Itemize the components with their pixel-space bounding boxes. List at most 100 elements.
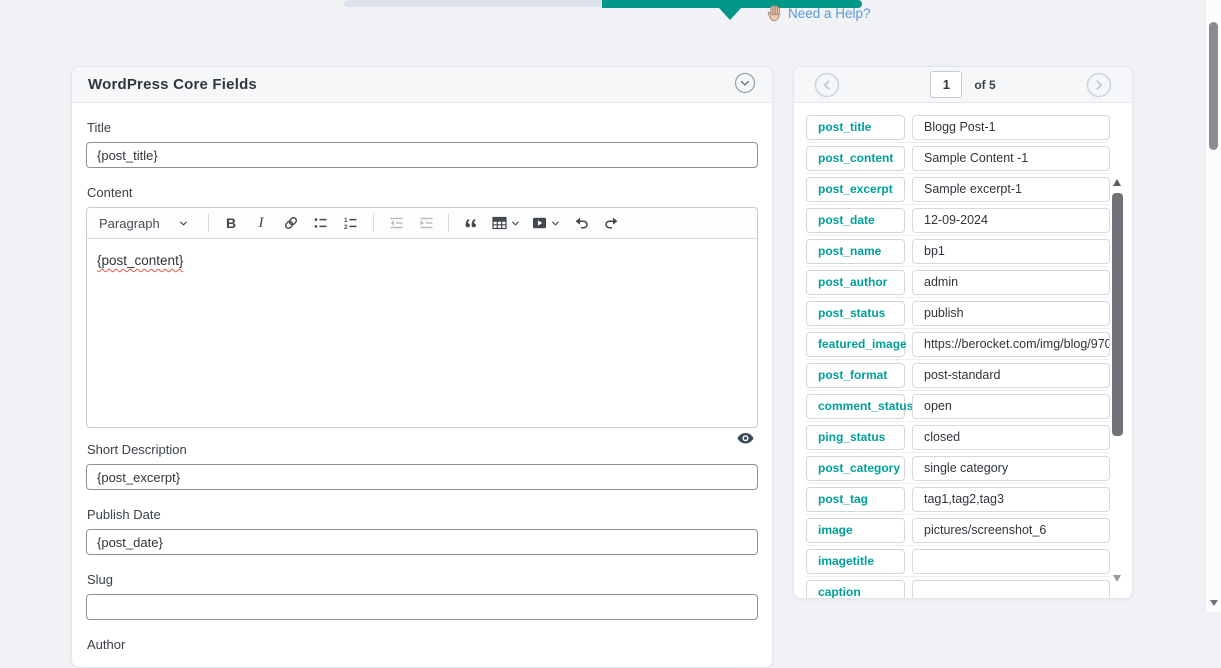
field-row: post_title Blogg Post-1 [806, 112, 1110, 143]
redo-button[interactable] [599, 211, 623, 235]
outdent-icon [388, 215, 405, 231]
italic-button[interactable]: I [249, 211, 273, 235]
scroll-up-arrow-icon[interactable] [1113, 179, 1121, 186]
editor-content-area[interactable]: {post_content} [87, 239, 757, 427]
field-value: Blogg Post-1 [912, 115, 1110, 140]
chevron-down-icon [178, 218, 189, 229]
preview-scrollbar[interactable] [1112, 177, 1123, 584]
slug-input[interactable] [86, 594, 758, 620]
field-name-pill[interactable]: post_excerpt [806, 177, 905, 202]
title-input[interactable] [86, 142, 758, 168]
toolbar-separator [448, 214, 449, 232]
progress-track [344, 0, 602, 7]
outdent-button[interactable] [384, 211, 408, 235]
field-name-pill[interactable]: post_status [806, 301, 905, 326]
page-scrollbar-thumb[interactable] [1209, 22, 1218, 150]
short-description-input[interactable] [86, 464, 758, 490]
field-row: featured_image https://berocket.com/img/b… [806, 329, 1110, 360]
toolbar-separator [208, 214, 209, 232]
bulleted-list-button[interactable] [309, 211, 333, 235]
field-name-pill[interactable]: featured_image [806, 332, 905, 357]
editor-toolbar: Paragraph BI 12 [87, 208, 757, 239]
media-embed-button[interactable] [529, 211, 563, 235]
media-embed-icon [531, 215, 548, 231]
field-row: post_content Sample Content -1 [806, 143, 1110, 174]
content-editor: Paragraph BI 12 {post_content} [86, 207, 758, 428]
next-record-button[interactable] [1086, 72, 1112, 101]
field-name-pill[interactable]: ping_status [806, 425, 905, 450]
field-row: ping_status closed [806, 422, 1110, 453]
publish-date-input[interactable] [86, 529, 758, 555]
block-quote-button[interactable] [459, 211, 483, 235]
field-name-pill[interactable]: comment_status [806, 394, 905, 419]
preview-pagination-header: of 5 [794, 67, 1132, 103]
indent-button[interactable] [414, 211, 438, 235]
bold-button[interactable]: B [219, 211, 243, 235]
page-scrollbar[interactable] [1205, 0, 1221, 612]
field-row: caption [806, 577, 1110, 599]
author-label: Author [87, 637, 758, 652]
field-name-pill[interactable]: post_category [806, 456, 905, 481]
field-name-pill[interactable]: post_name [806, 239, 905, 264]
bold-icon: B [226, 215, 236, 231]
field-value: closed [912, 425, 1110, 450]
previous-record-button[interactable] [814, 72, 840, 101]
field-row: post_authoradmin [806, 267, 1110, 298]
field-row: imagepictures/screenshot_6 [806, 515, 1110, 546]
field-row: post_namebp1 [806, 236, 1110, 267]
page-scroll-down-arrow-icon[interactable] [1210, 600, 1218, 606]
numbered-list-button[interactable]: 12 [339, 211, 363, 235]
content-placeholder-text: {post_content} [97, 253, 183, 268]
field-name-pill[interactable]: post_content [806, 146, 905, 171]
chevron-right-circle-icon [1086, 72, 1112, 101]
field-name-pill[interactable]: post_format [806, 363, 905, 388]
progress-pointer-icon [719, 8, 741, 20]
undo-button[interactable] [569, 211, 593, 235]
numbered-list-icon: 12 [343, 215, 359, 231]
field-name-pill[interactable]: post_tag [806, 487, 905, 512]
raised-hand-icon [765, 3, 785, 23]
preview-eye-icon[interactable] [736, 430, 755, 452]
field-row: post_excerpt Sample excerpt-1 [806, 174, 1110, 205]
field-row: post_category single category [806, 453, 1110, 484]
scrollbar-thumb[interactable] [1112, 193, 1123, 436]
need-help-link[interactable]: Need a Help? [788, 6, 871, 21]
link-button[interactable] [279, 211, 303, 235]
field-name-pill[interactable]: imagetitle [806, 549, 905, 574]
svg-text:2: 2 [344, 224, 348, 231]
insert-table-button[interactable] [489, 211, 523, 235]
wordpress-core-fields-panel: WordPress Core Fields Title Content Para… [71, 66, 773, 668]
svg-text:1: 1 [344, 217, 348, 224]
field-name-pill[interactable]: post_date [806, 208, 905, 233]
chevron-left-circle-icon [814, 72, 840, 101]
field-value: Sample excerpt-1 [912, 177, 1110, 202]
field-row: comment_status open [806, 391, 1110, 422]
slug-label: Slug [87, 572, 758, 587]
content-label: Content [87, 185, 758, 200]
indent-icon [418, 215, 435, 231]
field-value: open [912, 394, 1110, 419]
field-name-pill[interactable]: caption [806, 580, 905, 600]
record-number-input[interactable] [930, 71, 962, 98]
field-row: post_date 12-09-2024 [806, 205, 1110, 236]
toolbar-separator [373, 214, 374, 232]
publish-date-label: Publish Date [87, 507, 758, 522]
field-name-pill[interactable]: image [806, 518, 905, 543]
scroll-down-arrow-icon[interactable] [1113, 575, 1121, 582]
chevron-down-icon [510, 218, 521, 229]
field-name-pill[interactable]: post_title [806, 115, 905, 140]
title-label: Title [87, 120, 758, 135]
field-value: 12-09-2024 [912, 208, 1110, 233]
record-count-label: of 5 [974, 78, 995, 92]
panel-header: WordPress Core Fields [72, 67, 772, 103]
field-name-pill[interactable]: post_author [806, 270, 905, 295]
paragraph-style-dropdown[interactable]: Paragraph [93, 211, 195, 235]
field-rows: post_title Blogg Post-1 post_content Sample… [806, 103, 1110, 599]
import-data-preview-panel: of 5 post_title Blogg Post-1 post_content S… [793, 66, 1133, 599]
collapse-panel-button[interactable] [734, 72, 756, 97]
field-value: single category [912, 456, 1110, 481]
block-quote-icon [463, 215, 479, 231]
field-value: https://berocket.com/img/blog/97001e [912, 332, 1110, 357]
field-value: Sample Content -1 [912, 146, 1110, 171]
chevron-down-circle-icon [734, 72, 756, 97]
